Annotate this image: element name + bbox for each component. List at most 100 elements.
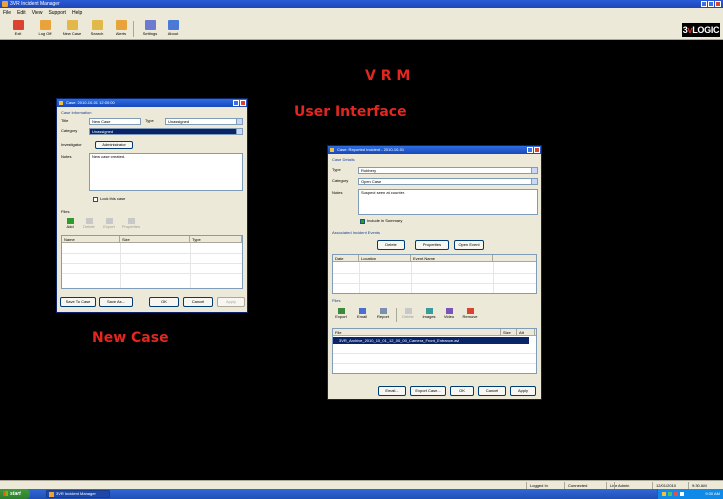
notes-label: Notes [61,154,72,159]
report-button[interactable]: Report [374,308,392,319]
new-case-dialog: Case: 2010-10-01 12:00:00 Case Informati… [56,98,248,313]
column-header[interactable]: Size [120,236,190,242]
column-header[interactable]: Date [333,255,359,261]
new-case-button[interactable]: New Case [59,20,85,39]
menu-view[interactable]: View [32,8,43,18]
ok-button[interactable]: OK [450,386,474,396]
toolbar-separator [396,308,397,322]
column-header[interactable]: Event Name [411,255,493,261]
remove-button[interactable]: Remove [460,308,480,319]
column-header[interactable]: Type [190,236,242,242]
status-login: Logged In [526,482,564,489]
column-header[interactable]: Location [359,255,411,261]
images-button[interactable]: Images [420,308,438,319]
search-button[interactable]: Search [84,20,110,39]
cancel-button[interactable]: Cancel [478,386,506,396]
chevron-down-icon[interactable] [531,179,537,184]
email-file-button[interactable]: Email [352,308,372,319]
event-properties-button[interactable]: Properties [415,240,449,250]
tray-icon[interactable] [680,492,684,496]
chevron-down-icon[interactable] [236,119,242,124]
export-case-button[interactable]: Export Case... [410,386,446,396]
grid-line [120,243,121,288]
include-summary-checkbox[interactable] [360,219,365,224]
alerts-button[interactable]: Alerts [108,20,134,39]
maximize-icon[interactable] [708,1,714,7]
grid-line [359,262,360,293]
grid-line [333,283,536,284]
dialog-icon [330,148,334,152]
ok-button[interactable]: OK [149,297,179,307]
system-tray: 9:30 AM [657,489,723,499]
app-icon [2,1,8,7]
category-label: Category [332,178,349,183]
search-icon [91,20,103,30]
company-logo: 3vLOGIC [682,23,720,37]
help-icon[interactable] [527,147,533,153]
dialog-icon [59,101,63,105]
about-button[interactable]: About [160,20,186,39]
delete-file-button[interactable]: Delete [400,308,416,319]
export-file-button[interactable]: Export [333,308,349,319]
email-button[interactable]: Email... [378,386,406,396]
menu-support[interactable]: Support [48,8,66,18]
minimize-icon[interactable] [701,1,707,7]
grid-line [62,253,242,254]
save-as-button[interactable]: Save As... [99,297,133,307]
delete-event-button[interactable]: Delete [377,240,405,250]
video-button[interactable]: Video [440,308,458,319]
column-header[interactable]: File [333,329,501,335]
taskbar-app-button[interactable]: 3VR Incident Manager [46,490,110,498]
close-icon[interactable] [534,147,540,153]
start-button[interactable]: start [0,489,30,499]
chevron-down-icon[interactable] [531,168,537,173]
toolbar: Exit Log Off New Case Search Alerts Sett… [0,18,723,40]
tray-icon[interactable] [674,492,678,496]
chevron-down-icon[interactable] [236,129,242,134]
tray-icon[interactable] [662,492,666,496]
menu-file[interactable]: File [3,8,11,18]
table-row[interactable]: 3VR_Archive_2010_10_01_12_00_00_Camera_F… [333,337,529,344]
open-event-button[interactable]: Open Event [454,240,484,250]
title-field[interactable]: New Case [89,118,141,125]
menu-bar: File Edit View Support Help [0,8,723,18]
help-icon[interactable] [233,100,239,106]
close-icon[interactable] [240,100,246,106]
apply-button[interactable]: Apply [510,386,536,396]
events-grid[interactable]: Date Location Event Name [332,254,537,294]
type-dropdown[interactable]: Unassigned [165,118,243,125]
grid-line [62,273,242,274]
settings-icon [144,20,156,30]
menu-edit[interactable]: Edit [17,8,26,18]
tray-icon[interactable] [668,492,672,496]
add-button[interactable]: Add [63,218,77,229]
save-to-case-button[interactable]: Save To Case [60,297,96,307]
status-connection: Connected [564,482,606,489]
files-grid[interactable]: File Size Att 3VR_Archive_2010_10_01_12_… [332,328,537,374]
investigator-button[interactable]: Administrator [95,141,133,149]
notes-textarea[interactable]: New case created. [89,153,243,191]
apply-button[interactable]: Apply [217,297,245,307]
window-titlebar: 3VR Incident Manager [0,0,723,8]
dialog-titlebar: Case: Reported Incident - 2010-10-01 [328,146,541,154]
attachments-grid[interactable]: Name Size Type [61,235,243,289]
type-dropdown[interactable]: Robbery [358,167,538,174]
notes-textarea[interactable]: Suspect seen at counter. [358,189,538,215]
category-dropdown[interactable]: Open Case [358,178,538,185]
column-header[interactable]: Name [62,236,120,242]
logoff-button[interactable]: Log Off [32,20,58,39]
category-dropdown[interactable]: Unassigned [89,128,243,135]
files-label: Files [332,298,341,303]
exit-button[interactable]: Exit [5,20,31,39]
column-header[interactable]: Att [517,329,535,335]
column-header[interactable]: Size [501,329,517,335]
clock: 9:30 AM [705,491,720,496]
close-icon[interactable] [715,1,721,7]
menu-help[interactable]: Help [72,8,82,18]
cancel-button[interactable]: Cancel [183,297,213,307]
lock-case-checkbox[interactable] [93,197,98,202]
delete-button[interactable]: Delete [81,218,97,229]
properties-button[interactable]: Properties [121,218,141,229]
caption-new-case: New Case [92,330,169,346]
export-button[interactable]: Export [101,218,117,229]
